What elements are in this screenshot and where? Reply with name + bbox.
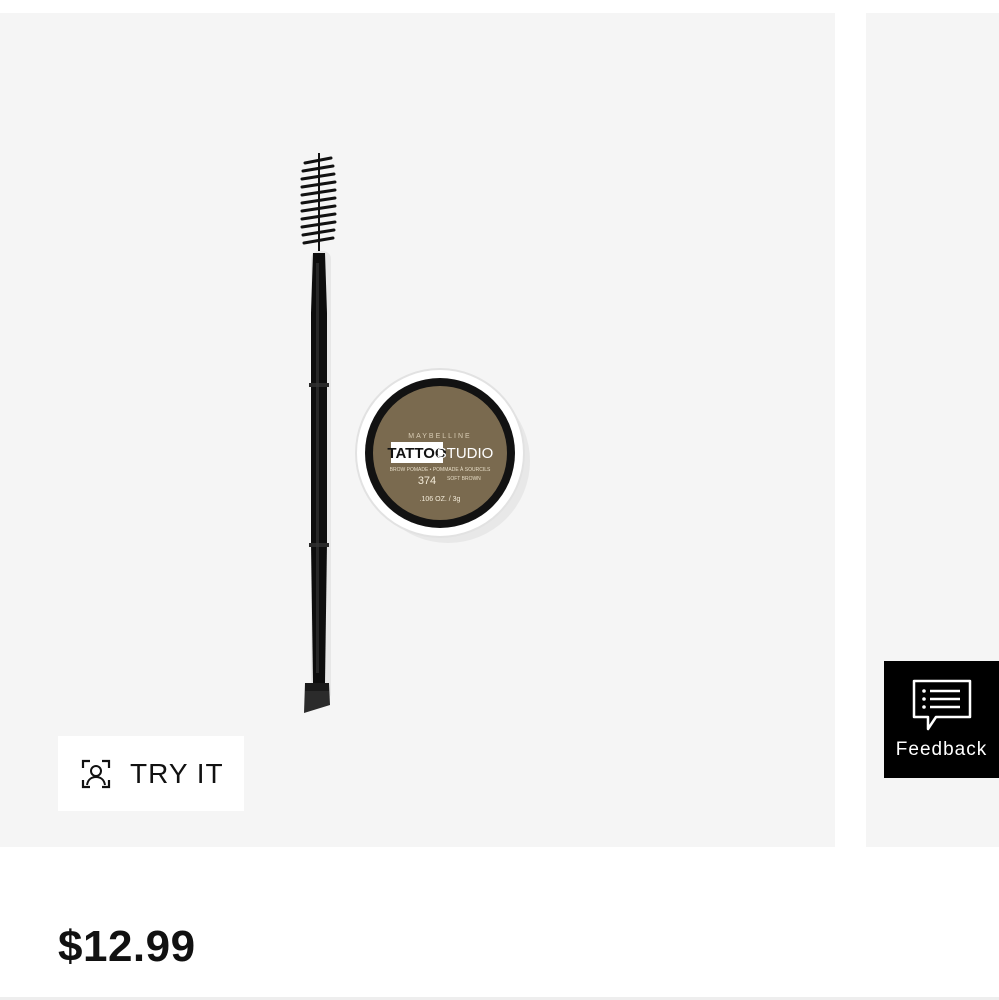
- package-shade-number: 374: [418, 475, 436, 487]
- product-image: MAYBELLINE TATTOO STUDIO BROW POMADE • P…: [300, 153, 530, 713]
- feedback-button[interactable]: Feedback: [884, 661, 999, 778]
- pomade-pot-image: MAYBELLINE TATTOO STUDIO BROW POMADE • P…: [355, 368, 530, 543]
- product-image-carousel-slide[interactable]: MAYBELLINE TATTOO STUDIO BROW POMADE • P…: [0, 13, 835, 847]
- product-page: MAYBELLINE TATTOO STUDIO BROW POMADE • P…: [0, 0, 999, 1000]
- feedback-label: Feedback: [895, 739, 988, 760]
- comment-list-icon: [912, 679, 971, 731]
- spoolie-bristles-icon: [300, 153, 337, 251]
- package-title-2: STUDIO: [437, 445, 494, 462]
- package-shade-name: SOFT BROWN: [447, 476, 481, 482]
- package-subtitle: BROW POMADE • POMMADE À SOURCILS: [390, 466, 491, 473]
- package-net-weight: .106 OZ. / 3g: [420, 496, 461, 503]
- try-it-label: TRY IT: [130, 757, 224, 789]
- try-it-button[interactable]: TRY IT: [58, 736, 244, 811]
- package-brand-text: MAYBELLINE: [408, 433, 471, 440]
- product-price: $12.99: [58, 922, 196, 971]
- brow-brush-image: [300, 153, 337, 713]
- face-scan-icon: [81, 759, 111, 788]
